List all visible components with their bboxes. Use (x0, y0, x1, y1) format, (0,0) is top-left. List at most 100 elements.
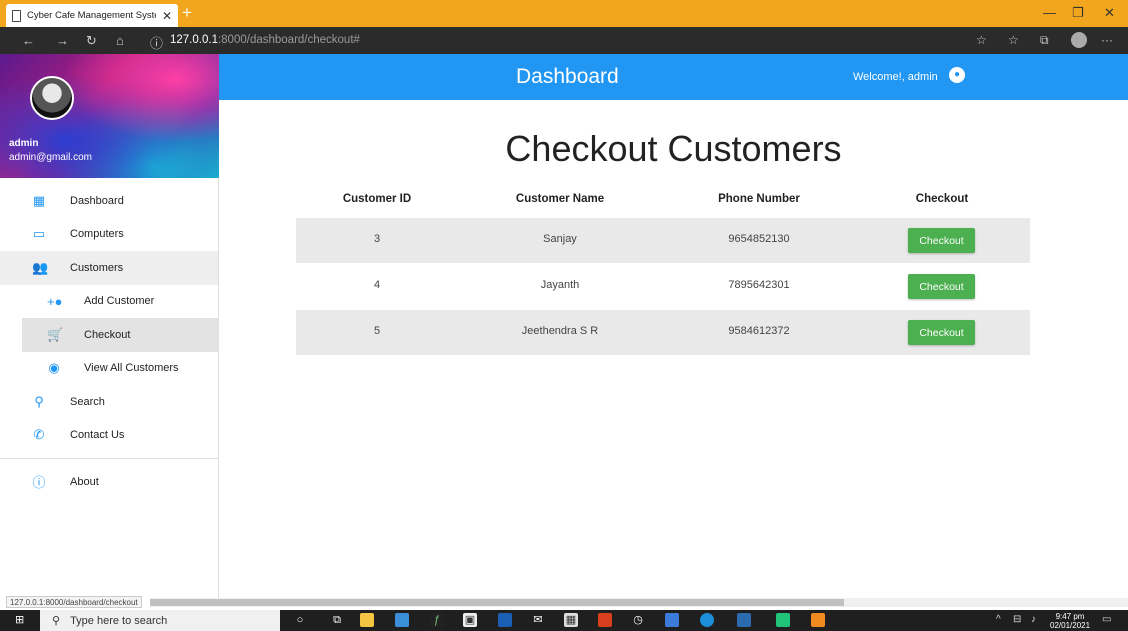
more-icon[interactable]: ··· (1101, 33, 1113, 47)
address-bar: ← → ↻ ⌂ ⓘ 127.0.0.1:8000/dashboard/check… (0, 27, 1128, 54)
table-row: 4 Jayanth 7895642301 Checkout (296, 264, 1030, 309)
mail-app-icon[interactable]: ✉ (531, 613, 545, 627)
tab-title: Cyber Cafe Management System (27, 10, 156, 21)
customer-id: 5 (373, 325, 381, 337)
phone-number: 9654852130 (728, 233, 790, 245)
refresh-icon[interactable]: ↻ (86, 33, 97, 49)
sidebar-item-label: Customers (70, 261, 124, 274)
dashboard-icon: ▦ (32, 192, 46, 208)
task-view-icon[interactable]: ⧉ (330, 613, 344, 627)
search-icon: ⚲ (34, 393, 44, 409)
phone-number: 9584612372 (728, 325, 790, 337)
table-row: 3 Sanjay 9654852130 Checkout (296, 218, 1030, 263)
browser-tab[interactable]: Cyber Cafe Management System ✕ (6, 4, 178, 27)
edge-icon[interactable] (700, 613, 714, 627)
sidebar-item-label: Checkout (84, 328, 131, 341)
store-icon[interactable]: ▣ (463, 613, 477, 627)
column-header-checkout: Checkout (915, 193, 969, 205)
sidebar-item-label: Dashboard (70, 194, 124, 207)
close-tab-icon[interactable]: ✕ (162, 9, 172, 23)
volume-icon[interactable]: ♪ (1031, 614, 1036, 625)
favorite-star-icon[interactable]: ☆ (976, 33, 987, 47)
sidebar-item-contact-us[interactable]: ✆ Contact Us (0, 419, 218, 453)
divider (0, 458, 218, 459)
horizontal-scrollbar[interactable] (150, 598, 1128, 607)
media-icon[interactable] (737, 613, 751, 627)
table-row: 5 Jeethendra S R 9584612372 Checkout (296, 310, 1030, 355)
sidebar-item-label: Computers (70, 228, 124, 241)
app-icon[interactable] (498, 613, 512, 627)
column-header-customer-name: Customer Name (515, 193, 605, 205)
profile-banner: admin admin@gmail.com (0, 54, 219, 178)
word-icon[interactable] (665, 613, 679, 627)
sidebar: admin admin@gmail.com ▦ Dashboard ▭ Comp… (0, 54, 219, 598)
tray-chevron-icon[interactable]: ^ (996, 614, 1001, 625)
new-tab-button[interactable]: + (182, 3, 192, 23)
eye-icon: ◉ (48, 360, 60, 376)
brave-icon[interactable] (598, 613, 612, 627)
user-name: admin (9, 138, 39, 149)
restore-icon[interactable]: ❐ (1072, 5, 1084, 21)
monitor-icon: ▭ (32, 226, 46, 242)
close-window-icon[interactable]: ✕ (1104, 5, 1115, 21)
checkout-button[interactable]: Checkout (908, 228, 975, 253)
minimize-icon[interactable]: — (1043, 5, 1056, 20)
sidebar-menu: ▦ Dashboard ▭ Computers 👥 Customers +● A… (0, 184, 218, 499)
search-icon: ⚲ (52, 615, 61, 627)
sidebar-item-view-all-customers[interactable]: ◉ View All Customers (0, 352, 218, 386)
clock-app-icon[interactable]: ◷ (631, 613, 645, 627)
cortana-icon[interactable]: ○ (293, 613, 307, 627)
pycharm-icon[interactable] (776, 613, 790, 627)
sidebar-item-computers[interactable]: ▭ Computers (0, 218, 218, 252)
browser-profile-icon[interactable] (1071, 32, 1087, 48)
info-icon[interactable]: ⓘ (150, 33, 163, 52)
avatar (30, 76, 74, 120)
scrollbar-thumb[interactable] (150, 599, 844, 606)
welcome-text: Welcome!, admin (853, 71, 938, 83)
customer-name: Jeethendra S R (521, 325, 599, 337)
add-person-icon: +● (47, 293, 63, 309)
app-header: Dashboard Welcome!, admin ● (219, 54, 1128, 100)
sidebar-item-add-customer[interactable]: +● Add Customer (0, 285, 218, 319)
collections-icon[interactable]: ⧉ (1040, 33, 1049, 48)
sidebar-item-label: About (70, 475, 99, 488)
mail-icon[interactable] (395, 613, 409, 627)
calculator-icon[interactable]: ▦ (564, 613, 578, 627)
sidebar-item-checkout[interactable]: 🛒 Checkout (22, 318, 218, 352)
back-icon[interactable]: ← (22, 33, 35, 48)
taskbar-search[interactable]: ⚲ Type here to search (40, 610, 280, 631)
checkout-button[interactable]: Checkout (908, 320, 975, 345)
url-field[interactable]: 127.0.0.1:8000/dashboard/checkout# (170, 34, 360, 46)
status-url: 127.0.0.1:8000/dashboard/checkout (6, 596, 142, 608)
taskbar-search-placeholder: Type here to search (70, 614, 168, 627)
people-icon: 👥 (32, 259, 49, 275)
column-header-customer-id: Customer ID (342, 193, 412, 205)
xampp-icon[interactable] (811, 613, 825, 627)
checkout-button[interactable]: Checkout (908, 274, 975, 299)
sidebar-item-dashboard[interactable]: ▦ Dashboard (0, 184, 218, 218)
notification-icon[interactable]: ▭ (1102, 614, 1111, 625)
sidebar-item-label: View All Customers (84, 362, 179, 375)
network-icon[interactable]: ⊟ (1013, 614, 1021, 625)
customer-name: Sanjay (543, 233, 577, 245)
phone-number: 7895642301 (728, 279, 790, 291)
forward-icon[interactable]: → (56, 33, 69, 48)
column-header-phone-number: Phone Number (718, 193, 800, 205)
sidebar-item-label: Add Customer (84, 295, 155, 308)
windows-start-icon[interactable]: ⊞ (15, 615, 26, 626)
home-icon[interactable]: ⌂ (116, 33, 124, 48)
cart-icon: 🛒 (47, 326, 64, 342)
sidebar-item-customers[interactable]: 👥 Customers (0, 251, 218, 285)
info-icon: ⓘ (32, 475, 46, 491)
sidebar-item-label: Contact Us (70, 429, 125, 442)
customer-id: 3 (373, 233, 381, 245)
file-explorer-icon[interactable] (360, 613, 374, 627)
sidebar-item-search[interactable]: ⚲ Search (0, 385, 218, 419)
user-email: admin@gmail.com (9, 152, 92, 163)
sidebar-item-about[interactable]: ⓘ About (0, 465, 218, 499)
editor-icon[interactable]: ƒ (430, 613, 444, 627)
taskbar-clock[interactable]: 9:47 pm 02/01/2021 (1050, 612, 1090, 630)
account-icon[interactable]: ● (949, 67, 965, 83)
favorites-icon[interactable]: ☆ (1008, 33, 1019, 47)
document-icon (12, 9, 21, 22)
